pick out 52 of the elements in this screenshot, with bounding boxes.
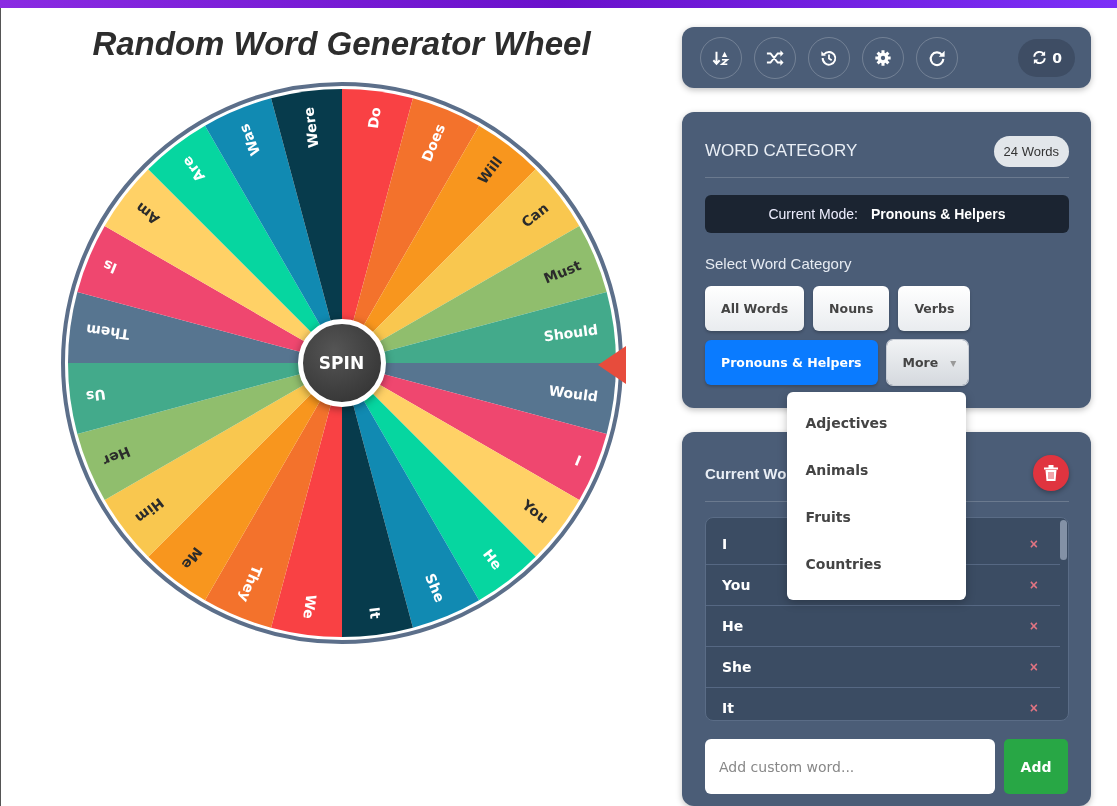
- segment-label: Was: [235, 121, 263, 158]
- segment-label: Would: [547, 382, 599, 405]
- menu-item[interactable]: Adjectives: [786, 400, 966, 448]
- segment-label: Is: [100, 256, 119, 277]
- segment-label: Me: [178, 544, 206, 573]
- segment-label: Can: [517, 199, 552, 231]
- refresh-icon: [1032, 50, 1048, 66]
- section-label: Select Word Category: [705, 255, 853, 273]
- word-text: I: [722, 536, 728, 553]
- menu-item[interactable]: Animals: [786, 447, 966, 495]
- clear-button[interactable]: [1033, 455, 1069, 492]
- mode-label: Current Mode:: [768, 206, 858, 223]
- category-button[interactable]: Nouns: [813, 286, 890, 332]
- segment-label: We: [299, 593, 319, 620]
- menu-item[interactable]: Countries: [786, 541, 966, 589]
- history-icon: [820, 48, 838, 67]
- word-text: You: [722, 577, 751, 594]
- mode-value: Pronouns & Helpers: [870, 206, 1006, 223]
- shuffle-icon: [766, 48, 784, 67]
- category-button[interactable]: Verbs: [898, 286, 971, 332]
- segment-label: Should: [542, 321, 599, 345]
- word-count-badge: 24 Words: [993, 135, 1069, 167]
- segment-label: It: [365, 605, 384, 620]
- panel-title: WORD CATEGORY: [705, 141, 858, 162]
- pointer-icon: [597, 346, 626, 384]
- redo-icon: [928, 48, 946, 67]
- segment-label: Her: [100, 443, 133, 470]
- page-title: Random Word Generator Wheel: [92, 24, 591, 64]
- caret-icon: ▾: [950, 355, 957, 370]
- menu-item[interactable]: Fruits: [786, 494, 966, 542]
- word-text: It: [722, 700, 734, 717]
- segment-label: Am: [131, 199, 162, 228]
- settings-icon: [874, 48, 892, 67]
- segment-label: I: [572, 452, 583, 470]
- trash-icon: [1044, 465, 1058, 482]
- word-text: She: [722, 659, 752, 676]
- segment-label: He: [479, 546, 505, 573]
- word-text: He: [722, 618, 744, 635]
- panel-title: Current Wo: [705, 464, 787, 482]
- spin-count: 0: [1052, 49, 1062, 66]
- segment-label: Must: [540, 256, 583, 287]
- category-button[interactable]: All Words: [705, 286, 805, 332]
- segment-label: Them: [84, 321, 130, 343]
- category-button[interactable]: Pronouns & Helpers: [705, 340, 878, 386]
- word-input[interactable]: Add custom word...: [705, 739, 995, 795]
- segment-label: Do: [364, 106, 384, 130]
- segment-label: Were: [299, 106, 322, 149]
- segment-label: Him: [131, 494, 167, 527]
- scrollbar-thumb[interactable]: [1060, 520, 1067, 561]
- segment-label: Us: [84, 386, 107, 405]
- more-dropdown[interactable]: More ▾: [886, 340, 969, 386]
- segment-label: She: [421, 571, 448, 605]
